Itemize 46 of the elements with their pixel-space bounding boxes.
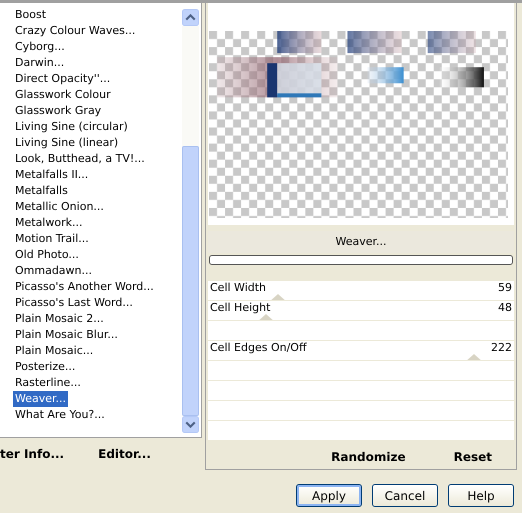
filter-item[interactable]: Darwin... <box>13 55 66 71</box>
text-button[interactable]: Randomize <box>331 448 406 466</box>
dialog-button[interactable]: Help <box>448 484 514 507</box>
filter-item[interactable]: Glasswork Gray <box>13 103 104 119</box>
filter-item[interactable]: Plain Mosaic... <box>13 343 96 359</box>
filter-item[interactable]: Boost <box>13 7 48 23</box>
slider[interactable]: Cell Edges On/Off 222 <box>208 341 514 360</box>
filter-item[interactable]: Living Sine (linear) <box>13 135 120 151</box>
text-button[interactable]: Reset <box>454 448 492 466</box>
slider-label: Cell Width <box>210 281 266 294</box>
filter-item[interactable]: What Are You?... <box>13 407 107 423</box>
dialog-button[interactable]: Cancel <box>372 484 438 507</box>
filter-item[interactable]: Rasterline... <box>13 375 83 391</box>
filter-item[interactable]: Ommadawn... <box>13 263 94 279</box>
filter-item[interactable]: Weaver... <box>13 391 68 407</box>
filter-item[interactable]: Plain Mosaic Blur... <box>13 327 120 343</box>
slider-value: 222 <box>491 341 512 354</box>
filter-item[interactable]: Old Photo... <box>13 247 81 263</box>
scroll-thumb[interactable] <box>182 146 199 416</box>
filter-item[interactable]: Crazy Colour Waves... <box>13 23 138 39</box>
filter-item[interactable]: Posterize... <box>13 359 78 375</box>
filter-item[interactable]: Plain Mosaic 2... <box>13 311 106 327</box>
filter-item[interactable]: Picasso's Last Word... <box>13 295 135 311</box>
filter-item[interactable]: Metalfalls <box>13 183 70 199</box>
slider-label: Cell Height <box>210 301 270 314</box>
filter-item[interactable]: Metallic Onion... <box>13 199 106 215</box>
filter-item[interactable]: Motion Trail... <box>13 231 91 247</box>
filter-item[interactable]: Glasswork Colour <box>13 87 113 103</box>
slider-value: 59 <box>498 281 512 294</box>
slider-label: Cell Edges On/Off <box>210 341 307 354</box>
scroll-down-icon[interactable] <box>182 416 199 434</box>
filter-item[interactable]: Metalfalls II... <box>13 167 90 183</box>
filter-item[interactable]: Cyborg... <box>13 39 67 55</box>
slider[interactable]: Cell Height 48 <box>208 301 514 320</box>
dialog-button[interactable]: Apply <box>296 484 362 507</box>
filter-item[interactable]: Metalwork... <box>13 215 84 231</box>
filter-item[interactable]: Living Sine (circular) <box>13 119 130 135</box>
text-button[interactable]: Editor... <box>98 447 151 462</box>
filter-item[interactable]: Picasso's Another Word... <box>13 279 156 295</box>
slider-value: 48 <box>498 301 512 314</box>
text-button[interactable]: ter Info... <box>0 447 64 462</box>
filter-title: Weaver... <box>208 231 514 254</box>
scroll-up-icon[interactable] <box>182 9 199 26</box>
filter-item[interactable]: Look, Butthead, a TV!... <box>13 151 147 167</box>
filter-item[interactable]: Direct Opacity''... <box>13 71 112 87</box>
slider[interactable]: Cell Width 59 <box>208 281 514 300</box>
